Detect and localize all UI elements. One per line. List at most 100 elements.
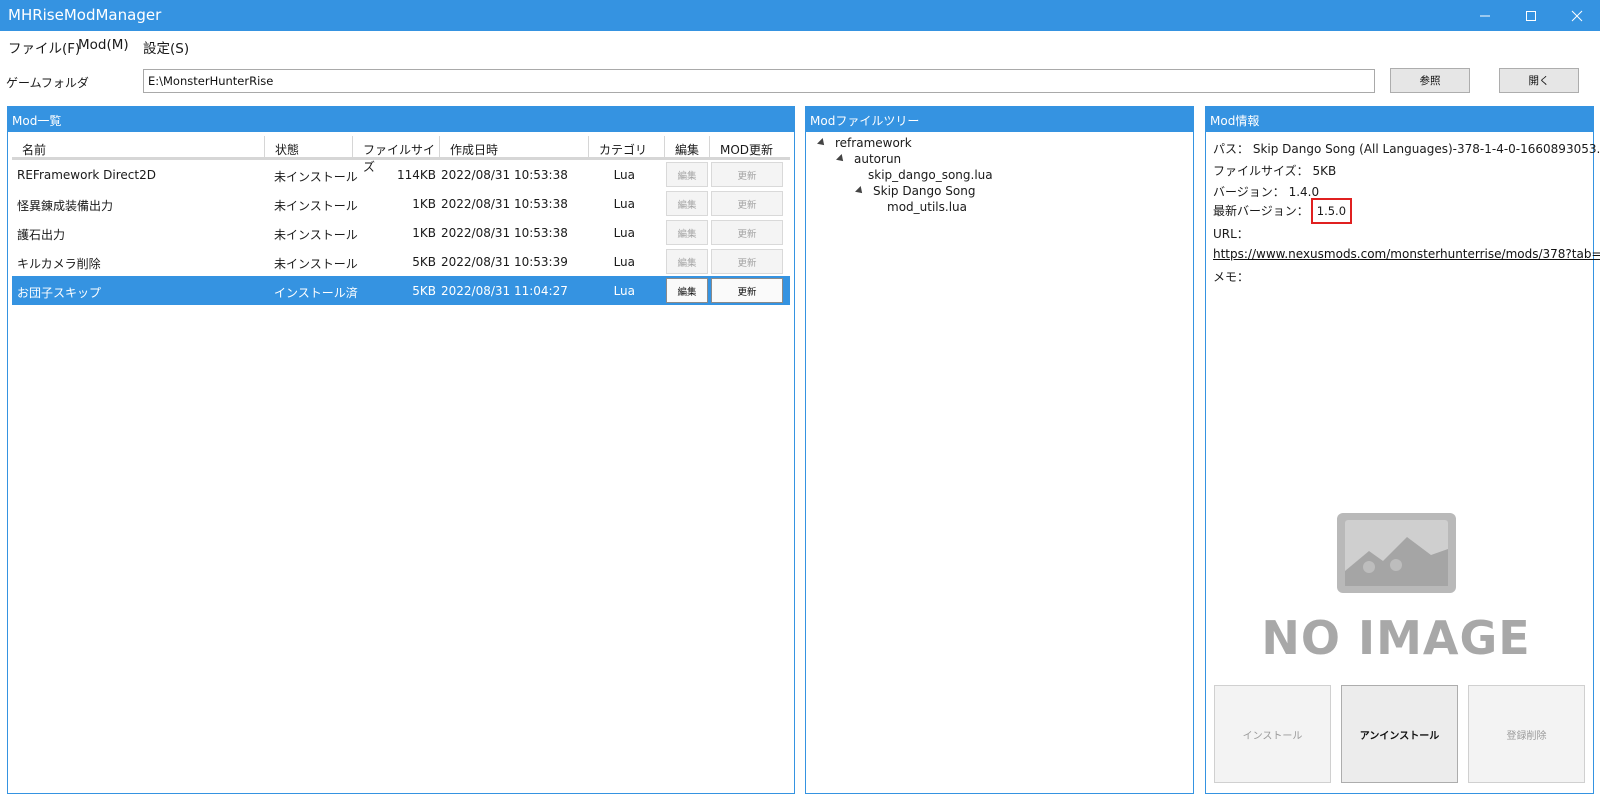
install-button[interactable]: インストール [1214,685,1331,783]
cell-status: 未インストール [274,257,358,271]
tree-node[interactable]: skip_dango_song.lua [868,168,993,182]
no-image-placeholder: NO IMAGE [1261,511,1531,665]
size-line: ファイルサイズ： 5KB [1213,162,1336,179]
file-tree-title: Modファイルツリー [806,107,1193,132]
edit-button[interactable]: 編集 [666,191,708,216]
edit-button[interactable]: 編集 [666,278,708,303]
cell-date: 2022/08/31 10:53:38 [441,197,568,211]
close-icon [1571,10,1583,21]
menu-file[interactable]: ファイル(F) [8,37,80,57]
cell-status: インストール済 [274,286,358,300]
mod-info-panel: Mod情報 パス： Skip Dango Song (All Languages… [1205,106,1600,794]
menu-mod[interactable]: Mod(M) [78,37,129,53]
minimize-icon [1480,15,1490,16]
app-title: MHRiseModManager [8,6,162,24]
tree-node-label: Skip Dango Song [873,184,976,198]
table-row[interactable]: REFramework Direct2D 未インストール 114KB 2022/… [12,160,790,189]
mod-table: 名前 状態 ファイルサイズ 作成日時 カテゴリ 編集 MOD更新 REFrame… [12,136,790,305]
url-value[interactable]: https://www.nexusmods.com/monsterhunterr… [1213,247,1600,261]
edit-button[interactable]: 編集 [666,162,708,187]
path-line: パス： Skip Dango Song (All Languages)-378-… [1213,140,1600,157]
title-bar: MHRiseModManager [0,0,1600,31]
cell-date: 2022/08/31 10:53:39 [441,255,568,269]
latest-version-value: 1.5.0 [1310,198,1353,224]
version-label: バージョン： [1213,185,1285,199]
cell-name: 怪異錬成装備出力 [17,199,114,213]
latest-version-label: 最新バージョン： [1213,204,1309,218]
tree-node[interactable]: mod_utils.lua [887,200,967,214]
update-button[interactable]: 更新 [711,191,783,216]
cell-name: 護石出力 [17,228,66,242]
cell-size: 1KB [412,226,436,240]
column-header-category[interactable]: カテゴリ [589,136,665,160]
latest-version-line: 最新バージョン： 1.5.0 [1213,198,1353,224]
tree-node-label: mod_utils.lua [887,200,967,214]
no-image-text: NO IMAGE [1261,611,1531,665]
update-button[interactable]: 更新 [711,278,783,303]
cell-status: 未インストール [274,199,358,213]
cell-category: Lua [613,197,635,211]
url-link[interactable]: https://www.nexusmods.com/monsterhunterr… [1213,247,1600,261]
path-label: パス： [1213,142,1250,156]
update-button[interactable]: 更新 [711,220,783,245]
mod-file-tree-panel: Modファイルツリー reframework autorun skip_dang… [805,106,1194,794]
expand-triangle-icon[interactable] [836,154,846,164]
maximize-button[interactable] [1508,0,1554,31]
unregister-button[interactable]: 登録削除 [1468,685,1585,783]
menu-settings[interactable]: 設定(S) [143,37,189,57]
cell-category: Lua [613,255,635,269]
mod-info-title: Mod情報 [1206,107,1593,132]
game-folder-input[interactable] [143,69,1375,93]
column-header-mod-update[interactable]: MOD更新 [710,136,790,160]
menu-bar: ファイル(F) Mod(M) 設定(S) [0,31,1600,61]
cell-name: REFramework Direct2D [17,168,156,182]
tree-node[interactable]: reframework [817,136,912,150]
column-header-status[interactable]: 状態 [265,136,353,160]
size-value: 5KB [1312,164,1337,178]
expand-triangle-icon[interactable] [855,186,865,196]
maximize-icon [1526,10,1536,21]
update-button[interactable]: 更新 [711,249,783,274]
game-folder-label: ゲームフォルダ [6,76,89,90]
minimize-button[interactable] [1462,0,1508,31]
close-button[interactable] [1554,0,1600,31]
column-header-edit[interactable]: 編集 [665,136,710,160]
expand-triangle-icon[interactable] [817,138,827,148]
url-label: URL： [1213,227,1249,241]
tree-node[interactable]: Skip Dango Song [855,184,976,198]
table-header: 名前 状態 ファイルサイズ 作成日時 カテゴリ 編集 MOD更新 [12,136,790,174]
cell-date: 2022/08/31 10:53:38 [441,226,568,240]
tree-node-label: autorun [854,152,902,166]
tree-node-label: skip_dango_song.lua [868,168,993,182]
cell-date: 2022/08/31 11:04:27 [441,284,568,298]
browse-button[interactable]: 参照 [1390,68,1470,93]
table-row[interactable]: キルカメラ削除 未インストール 5KB 2022/08/31 10:53:39 … [12,247,790,276]
size-label: ファイルサイズ： [1213,164,1309,178]
tree-node-label: reframework [835,136,912,150]
column-header-name[interactable]: 名前 [12,136,265,160]
column-header-date[interactable]: 作成日時 [440,136,589,160]
open-button[interactable]: 開く [1499,68,1579,93]
cell-size: 114KB [396,168,436,182]
cell-size: 5KB [412,255,436,269]
cell-status: 未インストール [274,228,358,242]
path-value: Skip Dango Song (All Languages)-378-1-4-… [1252,142,1600,156]
mod-list-title: Mod一覧 [8,107,794,132]
table-row[interactable]: 怪異錬成装備出力 未インストール 1KB 2022/08/31 10:53:38… [12,189,790,218]
cell-date: 2022/08/31 10:53:38 [441,168,568,182]
table-row[interactable]: 護石出力 未インストール 1KB 2022/08/31 10:53:38 Lua… [12,218,790,247]
table-row-selected[interactable]: お団子スキップ インストール済 5KB 2022/08/31 11:04:27 … [12,276,790,305]
cell-category: Lua [613,226,635,240]
uninstall-button[interactable]: アンインストール [1341,685,1458,783]
memo-label: メモ： [1213,270,1250,284]
column-header-size[interactable]: ファイルサイズ [353,136,440,174]
cell-category: Lua [613,284,635,298]
update-button[interactable]: 更新 [711,162,783,187]
edit-button[interactable]: 編集 [666,249,708,274]
cell-size: 5KB [412,284,436,298]
mod-list-panel: Mod一覧 名前 状態 ファイルサイズ 作成日時 カテゴリ 編集 MOD更新 R… [7,106,795,794]
tree-node[interactable]: autorun [836,152,902,166]
version-value: 1.4.0 [1288,185,1320,199]
cell-category: Lua [613,168,635,182]
edit-button[interactable]: 編集 [666,220,708,245]
